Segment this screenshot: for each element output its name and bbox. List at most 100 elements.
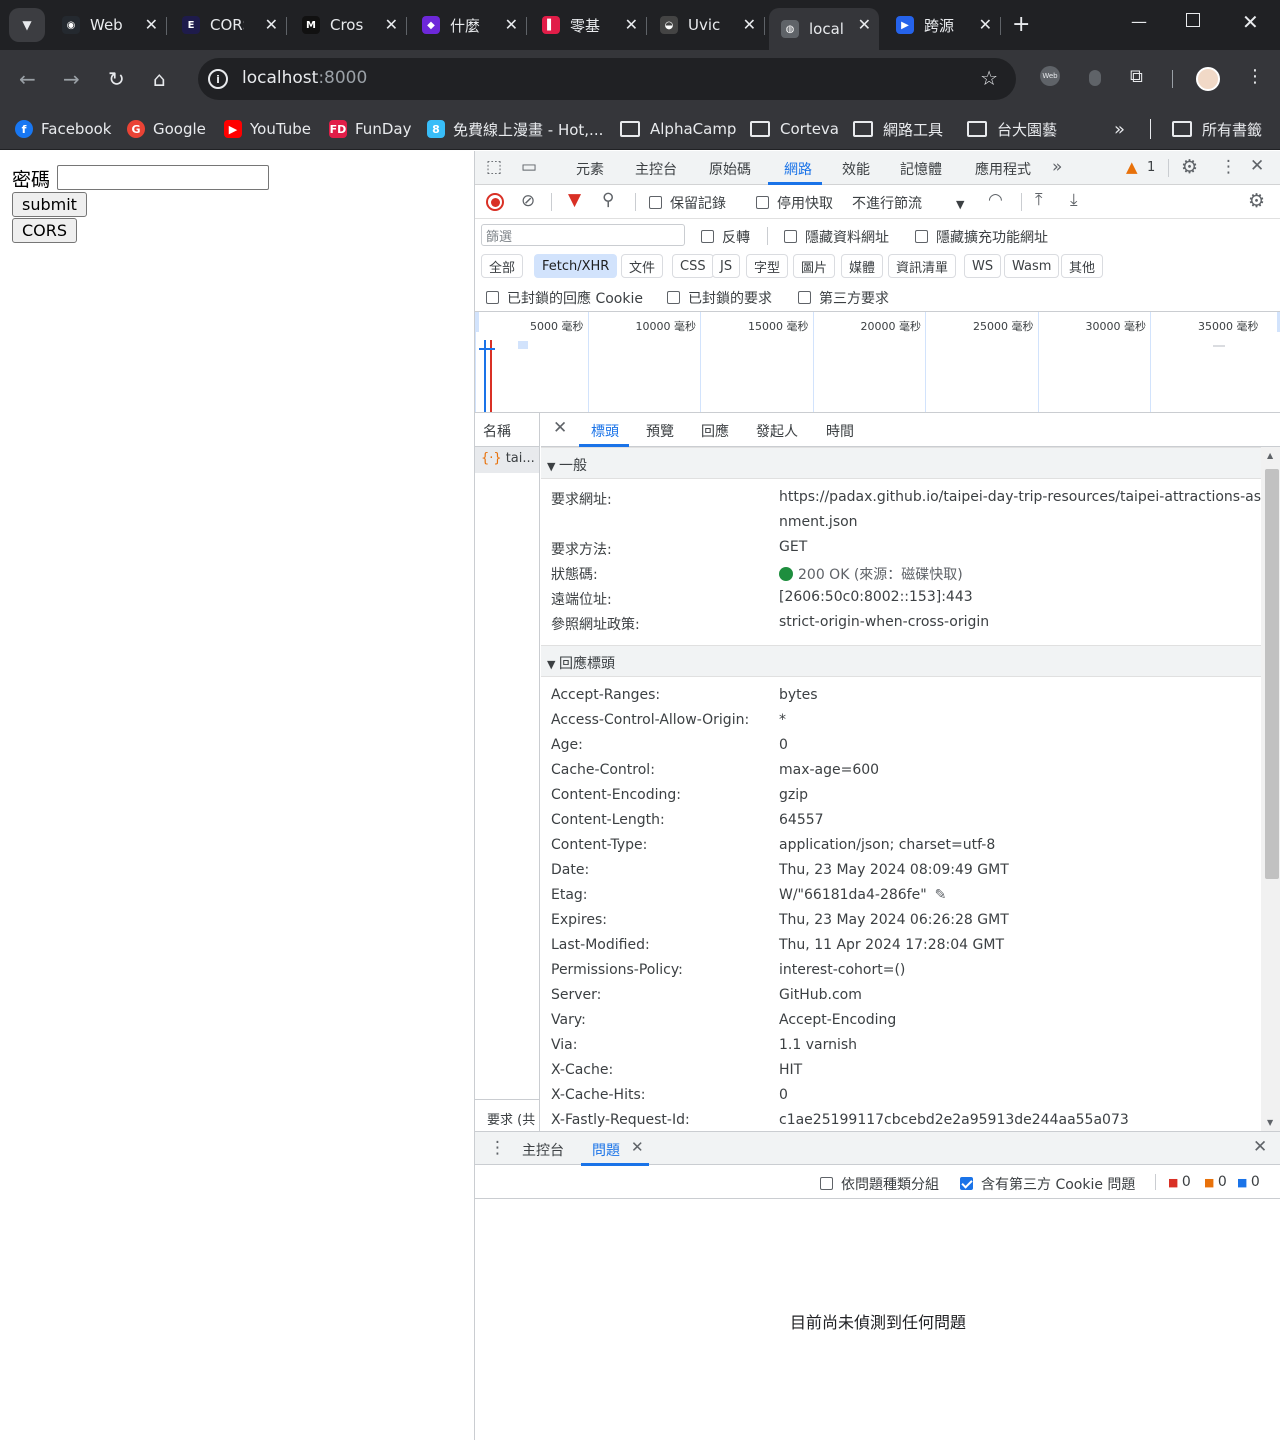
header-value[interactable]: nment.json <box>779 514 858 530</box>
url-text[interactable]: localhost:8000 <box>242 68 367 88</box>
invert-checkbox[interactable]: 反轉 <box>701 227 750 247</box>
type-filter-chip-7[interactable]: 媒體 <box>841 254 884 278</box>
maximize-button[interactable] <box>1186 13 1200 27</box>
close-tab-icon[interactable]: ✕ <box>743 15 756 34</box>
back-button[interactable]: ← <box>19 67 36 91</box>
close-window-button[interactable]: ✕ <box>1242 10 1259 34</box>
bookmark-star-icon[interactable]: ☆ <box>980 66 998 90</box>
address-bar[interactable]: i localhost:8000 ☆ <box>198 58 1016 100</box>
bookmark-8[interactable]: 台大園藝 <box>967 116 1057 142</box>
tab-3[interactable]: ◆ 什麼 ✕ <box>410 8 527 42</box>
info-issue-count[interactable]: ■ 0 <box>1237 1174 1260 1190</box>
scrollbar-thumb[interactable] <box>1265 469 1279 879</box>
preserve-log-checkbox[interactable]: 保留記錄 <box>649 193 726 213</box>
drawer-menu-icon[interactable]: ⋮ <box>489 1138 506 1158</box>
edit-pencil-icon[interactable]: ✎ <box>935 887 947 903</box>
header-value[interactable]: GitHub.com <box>779 987 862 1003</box>
disable-cache-checkbox[interactable]: 停用快取 <box>756 193 833 213</box>
header-value[interactable]: https://padax.github.io/taipei-day-trip-… <box>779 489 1280 505</box>
detail-tab-1[interactable]: 預覽 <box>646 421 674 441</box>
tab-7[interactable]: ▶ 跨源 ✕ <box>884 8 1001 42</box>
close-tab-icon[interactable]: ✕ <box>979 15 992 34</box>
network-settings-gear-icon[interactable]: ⚙ <box>1248 190 1265 212</box>
reload-button[interactable]: ↻ <box>108 67 125 91</box>
scroll-up-icon[interactable]: ▲ <box>1267 451 1273 460</box>
bookmark-3[interactable]: FD FunDay <box>329 116 411 142</box>
extension-icon[interactable] <box>1089 70 1101 86</box>
bookmark-5[interactable]: AlphaCamp <box>620 116 736 142</box>
web-extension-icon[interactable]: Web <box>1040 66 1060 86</box>
tab-6[interactable]: ◍ local ✕ <box>769 8 879 50</box>
header-value[interactable]: HIT <box>779 1062 802 1078</box>
panel-tab-0[interactable]: 元素 <box>576 159 604 179</box>
detail-tab-2[interactable]: 回應 <box>701 421 729 441</box>
panel-tab-2[interactable]: 原始碼 <box>709 159 751 179</box>
clear-icon[interactable]: ⊘ <box>521 191 535 211</box>
header-value[interactable]: 1.1 varnish <box>779 1037 857 1053</box>
header-value[interactable]: c1ae25199117cbcebd2e2a95913de244aa55a073 <box>779 1112 1129 1128</box>
blocked-requests-checkbox[interactable]: 已封鎖的要求 <box>667 288 772 308</box>
header-value[interactable]: max-age=600 <box>779 762 879 778</box>
detail-scrollbar[interactable]: ▲ ▼ <box>1261 447 1280 1131</box>
header-value[interactable]: GET <box>779 539 807 555</box>
header-value[interactable]: 0 <box>779 1087 788 1103</box>
all-bookmarks-button[interactable]: 所有書籤 <box>1172 116 1262 142</box>
close-tab-icon[interactable]: ✕ <box>385 15 398 34</box>
more-tabs-icon[interactable]: » <box>1052 157 1062 177</box>
type-filter-chip-0[interactable]: 全部 <box>481 254 524 278</box>
type-filter-chip-3[interactable]: CSS <box>672 254 714 278</box>
tab-search-button[interactable]: ▼ <box>9 8 45 42</box>
close-tab-icon[interactable]: ✕ <box>265 15 278 34</box>
type-filter-chip-8[interactable]: 資訊清單 <box>888 254 957 278</box>
hide-extension-urls-checkbox[interactable]: 隱藏擴充功能網址 <box>915 227 1048 247</box>
search-icon[interactable]: ⚲ <box>602 190 614 210</box>
devtools-menu-icon[interactable]: ⋮ <box>1220 157 1237 177</box>
type-filter-chip-1[interactable]: Fetch/XHR <box>534 254 618 278</box>
header-value[interactable]: gzip <box>779 787 808 803</box>
header-value[interactable]: 0 <box>779 737 788 753</box>
tab-2[interactable]: M Cros ✕ <box>290 8 407 42</box>
header-value[interactable]: application/json; charset=utf-8 <box>779 837 995 853</box>
new-tab-button[interactable]: + <box>1012 12 1030 37</box>
request-row[interactable]: {·} tai... <box>475 447 539 473</box>
blocked-cookies-checkbox[interactable]: 已封鎖的回應 Cookie <box>486 288 643 308</box>
hide-data-urls-checkbox[interactable]: 隱藏資料網址 <box>784 227 889 247</box>
close-tab-icon[interactable]: ✕ <box>625 15 638 34</box>
tab-0[interactable]: ◉ Web ✕ <box>50 8 167 42</box>
throttle-select[interactable]: 不進行節流 ▼ <box>852 193 964 213</box>
filter-input[interactable]: 篩選 <box>481 224 685 246</box>
type-filter-chip-9[interactable]: WS <box>964 254 1002 278</box>
error-issue-count[interactable]: ■ 0 <box>1168 1174 1191 1190</box>
type-filter-chip-11[interactable]: 其他 <box>1061 254 1104 278</box>
close-issues-tab-icon[interactable]: ✕ <box>631 1138 644 1156</box>
profile-avatar[interactable] <box>1196 67 1220 91</box>
bookmark-6[interactable]: Corteva <box>750 116 839 142</box>
extensions-puzzle-icon[interactable]: ⧉ <box>1130 66 1143 87</box>
device-toolbar-icon[interactable]: ▭ <box>521 157 537 177</box>
header-value[interactable]: Thu, 23 May 2024 08:09:49 GMT <box>779 862 1009 878</box>
header-value[interactable]: [2606:50c0:8002::153]:443 <box>779 589 973 605</box>
header-value[interactable]: * <box>779 712 786 728</box>
tab-4[interactable]: ▌ 零基 ✕ <box>530 8 647 42</box>
panel-tab-1[interactable]: 主控台 <box>635 159 677 179</box>
name-column-header[interactable]: 名稱 <box>475 413 539 447</box>
record-icon[interactable] <box>486 193 504 211</box>
type-filter-chip-5[interactable]: 字型 <box>746 254 789 278</box>
home-button[interactable]: ⌂ <box>153 67 166 91</box>
group-by-kind-checkbox[interactable]: 依問題種類分組 <box>820 1174 939 1194</box>
submit-button[interactable]: submit <box>12 192 87 217</box>
close-tab-icon[interactable]: ✕ <box>858 15 871 34</box>
drawer-tab-issues[interactable]: 問題 <box>592 1140 620 1160</box>
header-value[interactable]: W/"66181da4-286fe" ✎ <box>779 887 946 903</box>
header-value[interactable]: 200 OK (來源：磁碟快取) <box>779 564 963 584</box>
close-devtools-icon[interactable]: ✕ <box>1250 156 1264 176</box>
drawer-tab-console[interactable]: 主控台 <box>522 1140 564 1160</box>
panel-tab-3[interactable]: 網路 <box>784 159 812 179</box>
warning-issue-count[interactable]: ■ 0 <box>1204 1174 1227 1190</box>
include-third-party-checkbox[interactable]: 含有第三方 Cookie 問題 <box>960 1174 1135 1194</box>
forward-button[interactable]: → <box>63 67 80 91</box>
header-value[interactable]: Thu, 11 Apr 2024 17:28:04 GMT <box>779 937 1004 953</box>
third-party-checkbox[interactable]: 第三方要求 <box>798 288 889 308</box>
warning-icon[interactable]: ▲ <box>1126 158 1138 176</box>
cors-button[interactable]: CORS <box>12 218 78 243</box>
